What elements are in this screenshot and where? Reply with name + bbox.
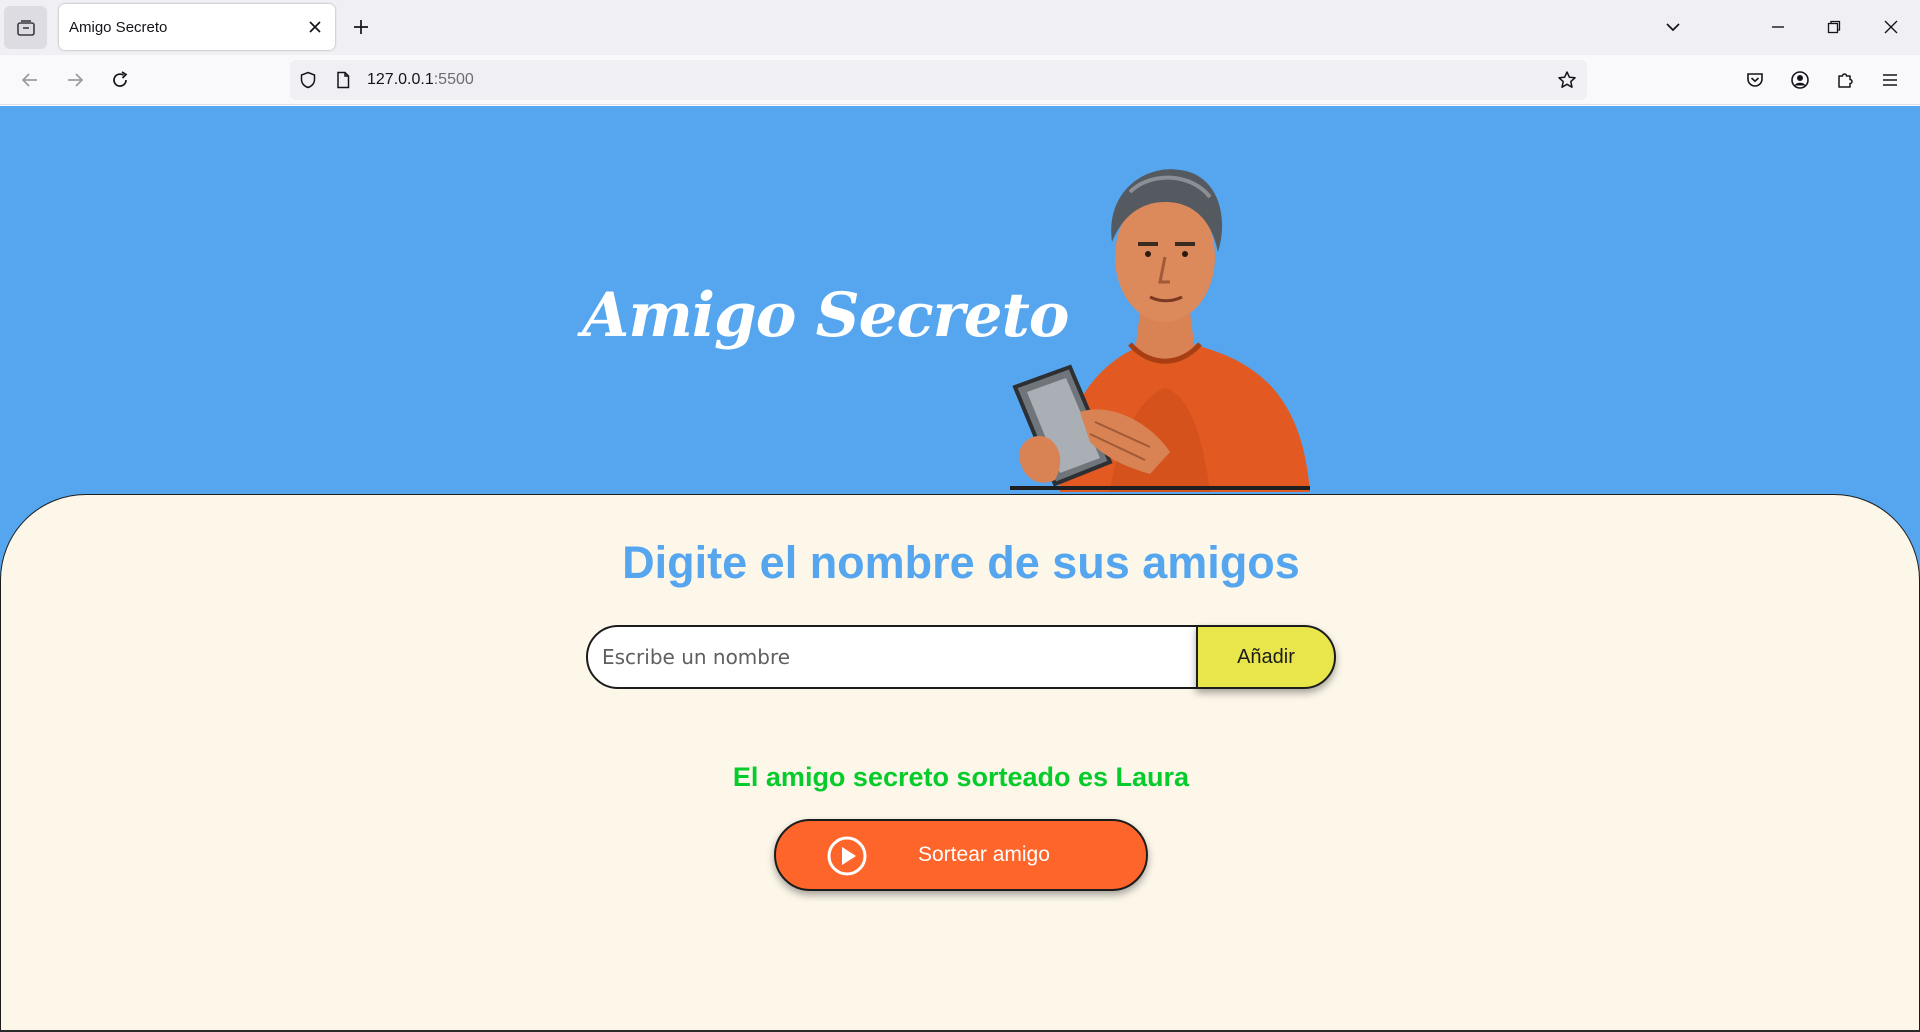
account-icon[interactable] [1784, 64, 1816, 96]
page-content: Amigo Secreto Digite el nombre de sus am [0, 106, 1920, 1032]
restore-icon[interactable] [1817, 10, 1851, 44]
browser-nav-bar: 127.0.0.1:5500 [0, 55, 1920, 105]
url-port: :5500 [433, 71, 474, 88]
pocket-icon[interactable] [1739, 64, 1771, 96]
menu-hamburger-icon[interactable] [1874, 64, 1906, 96]
page-icon[interactable] [333, 70, 353, 90]
url-host: 127.0.0.1 [367, 71, 434, 88]
page-header-title: Amigo Secreto [582, 280, 1069, 351]
hero-man-tablet-illustration [1010, 169, 1310, 492]
reload-icon[interactable] [104, 64, 136, 96]
friend-name-input[interactable] [586, 625, 1198, 689]
tab-title: Amigo Secreto [69, 19, 168, 36]
tab-close-icon[interactable] [305, 17, 325, 37]
chevron-down-icon[interactable] [1660, 14, 1686, 40]
shield-icon[interactable] [298, 70, 318, 90]
tab-list-button[interactable] [4, 6, 47, 49]
extensions-puzzle-icon[interactable] [1829, 64, 1861, 96]
url-text[interactable]: 127.0.0.1:5500 [367, 71, 474, 89]
browser-tab-bar: Amigo Secreto [0, 0, 1920, 55]
tab-amigo-secreto[interactable]: Amigo Secreto [59, 4, 335, 50]
new-tab-plus-icon[interactable] [348, 14, 374, 40]
content-card: Digite el nombre de sus amigos Añadir El… [0, 494, 1920, 1032]
minimize-icon[interactable] [1761, 10, 1795, 44]
draw-friend-button[interactable]: Sortear amigo [774, 819, 1148, 891]
url-bar[interactable]: 127.0.0.1:5500 [290, 60, 1587, 100]
add-button[interactable]: Añadir [1196, 625, 1336, 689]
back-arrow-icon[interactable] [14, 64, 46, 96]
forward-arrow-icon[interactable] [59, 64, 91, 96]
folder-icon [16, 19, 35, 36]
section-title: Digite el nombre de sus amigos [622, 537, 1300, 588]
draw-button-label: Sortear amigo [918, 843, 1050, 866]
bookmark-star-icon[interactable] [1557, 70, 1577, 90]
input-group: Añadir [586, 625, 1336, 689]
draw-result-text: El amigo secreto sorteado es Laura [732, 762, 1190, 792]
play-circle-icon [827, 836, 867, 876]
window-close-icon[interactable] [1874, 10, 1908, 44]
